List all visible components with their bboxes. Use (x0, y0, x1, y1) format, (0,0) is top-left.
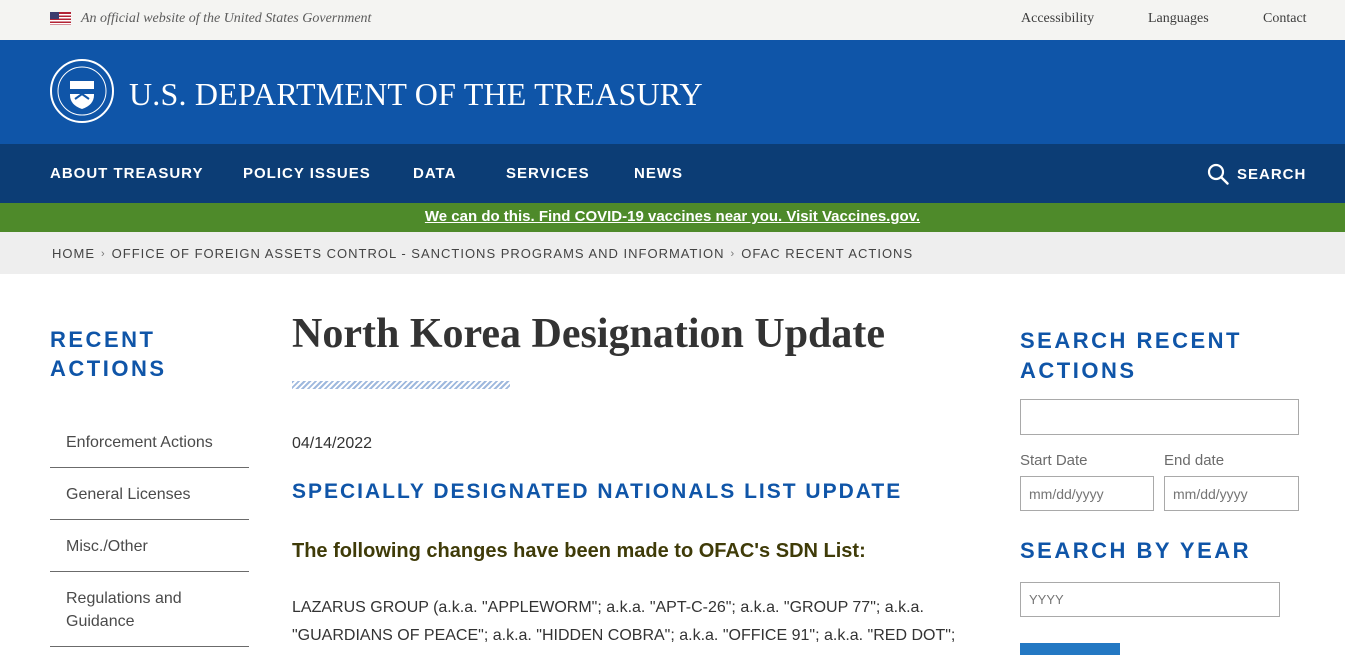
sdn-entry-line: "GUARDIANS OF PEACE"; a.k.a. "HIDDEN COB… (292, 627, 956, 644)
start-date-label: Start Date (1020, 452, 1088, 469)
search-title-line2: ACTIONS (1020, 358, 1137, 383)
sidebar-title-line2: ACTIONS (50, 356, 167, 381)
sidebar-item-general-licenses[interactable]: General Licenses (50, 468, 249, 520)
nav-news[interactable]: NEWS (634, 165, 683, 182)
sub-heading: The following changes have been made to … (292, 540, 866, 562)
nav-policy-issues[interactable]: POLICY ISSUES (243, 165, 371, 182)
end-date-input[interactable] (1164, 476, 1299, 511)
search-icon (1207, 163, 1229, 185)
page-title: North Korea Designation Update (292, 311, 886, 357)
sdn-entry-text: LAZARUS GROUP (a.k.a. "APPLEWORM"; a.k.a… (292, 594, 982, 655)
year-input[interactable] (1020, 582, 1280, 617)
vaccines-link[interactable]: We can do this. Find COVID-19 vaccines n… (425, 208, 920, 225)
sidebar-list: Enforcement Actions General Licenses Mis… (50, 416, 249, 647)
covid-alert-banner: We can do this. Find COVID-19 vaccines n… (0, 203, 1345, 232)
nav-services[interactable]: SERVICES (506, 165, 590, 182)
main-nav: ABOUT TREASURY POLICY ISSUES DATA SERVIC… (0, 144, 1345, 203)
breadcrumb-home[interactable]: HOME (52, 246, 95, 261)
site-header: U.S. DEPARTMENT OF THE TREASURY (0, 40, 1345, 144)
publish-date: 04/14/2022 (292, 435, 373, 452)
chevron-right-icon: › (101, 247, 106, 260)
us-flag-icon (50, 12, 71, 25)
keyword-search-input[interactable] (1020, 399, 1299, 435)
gov-banner: An official website of the United States… (0, 0, 1345, 40)
start-date-input[interactable] (1020, 476, 1154, 511)
sidebar-title-line1: RECENT (50, 327, 156, 352)
site-title[interactable]: U.S. DEPARTMENT OF THE TREASURY (129, 76, 703, 113)
nav-data[interactable]: DATA (413, 165, 456, 182)
search-label: SEARCH (1237, 165, 1307, 183)
sidebar-title: RECENT ACTIONS (50, 325, 167, 383)
official-site-text: An official website of the United States… (81, 11, 372, 26)
nav-search-button[interactable]: SEARCH (1207, 162, 1306, 186)
title-underline-decoration (292, 381, 510, 389)
sidebar-item-regulations-guidance[interactable]: Regulations and Guidance (50, 572, 249, 647)
search-title-line1: SEARCH RECENT (1020, 328, 1242, 353)
chevron-right-icon: › (730, 247, 736, 260)
contact-link[interactable]: Contact (1263, 11, 1307, 27)
sdn-entry-line: LAZARUS GROUP (a.k.a. "APPLEWORM"; a.k.a… (292, 599, 924, 616)
search-submit-button[interactable] (1020, 643, 1120, 655)
languages-link[interactable]: Languages (1148, 11, 1209, 27)
treasury-seal-icon[interactable] (50, 59, 114, 123)
breadcrumb: HOME › OFFICE OF FOREIGN ASSETS CONTROL … (0, 232, 1345, 274)
end-date-label: End date (1164, 452, 1225, 469)
nav-about-treasury[interactable]: ABOUT TREASURY (50, 165, 203, 182)
accessibility-link[interactable]: Accessibility (1021, 11, 1094, 27)
breadcrumb-ofac[interactable]: OFFICE OF FOREIGN ASSETS CONTROL - SANCT… (112, 246, 725, 261)
search-by-year-title: SEARCH BY YEAR (1020, 538, 1252, 563)
sidebar-item-enforcement-actions[interactable]: Enforcement Actions (50, 416, 249, 468)
sidebar-item-misc-other[interactable]: Misc./Other (50, 520, 249, 572)
search-recent-actions-title: SEARCH RECENT ACTIONS (1020, 326, 1242, 386)
breadcrumb-recent-actions[interactable]: OFAC RECENT ACTIONS (741, 246, 913, 261)
section-heading: SPECIALLY DESIGNATED NATIONALS LIST UPDA… (292, 480, 903, 503)
